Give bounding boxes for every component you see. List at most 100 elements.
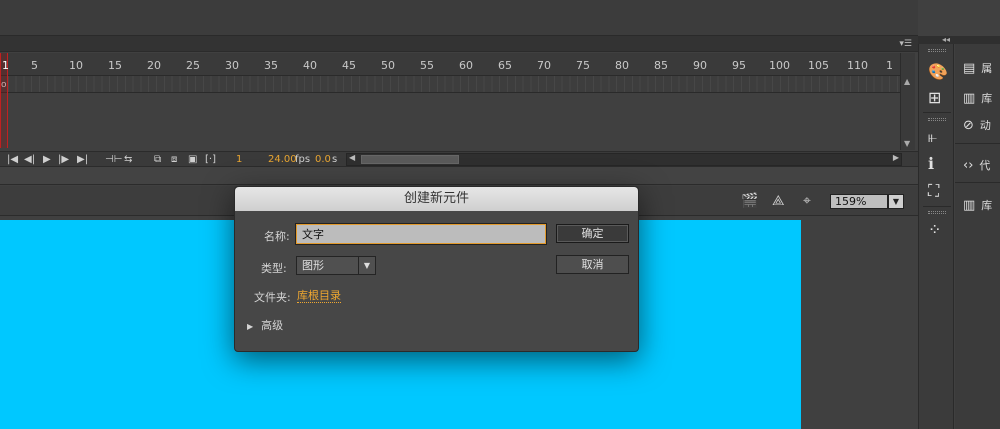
onion-skin-outline-icon[interactable]: ⧈ [171,153,177,167]
advanced-toggle[interactable]: ▶ 高级 [247,317,283,333]
loop-icon[interactable]: ⇆ [124,153,132,167]
center-frame-icon[interactable]: ⊣⊢ [105,153,122,167]
disclosure-triangle-icon: ▶ [247,322,254,331]
ruler-tick: 90 [693,59,707,72]
scroll-right-icon[interactable]: ▶ [893,153,899,162]
panel-tab-label: 动 [979,119,991,132]
separator [923,112,951,113]
elapsed-time-value[interactable]: 0.0 [315,153,331,167]
collapse-panels-icon[interactable]: ◂◂ [918,36,1000,44]
ruler-tick: 20 [147,59,161,72]
onion-skin-icon[interactable]: ⧉ [154,153,161,167]
library-panel-tab[interactable]: ▥ 库 [963,90,992,106]
panel-tab-label: 库 [981,92,993,105]
time-unit: s [332,154,338,165]
panel-tab-label: 库 [981,199,993,212]
ruler-tick: 25 [186,59,200,72]
swatches-grid-icon[interactable]: ⊞ [928,88,941,107]
step-back-icon[interactable]: ◀| [24,153,35,167]
folder-link[interactable]: 库根目录 [297,289,341,303]
modify-markers-icon[interactable]: [·] [205,153,216,167]
symbol-name-input[interactable] [295,223,547,245]
ruler-tick: 5 [31,59,38,72]
docked-panels: ▤ 属 ▥ 库 ⊘ 动 ‹› 代 ▥ 库 [955,36,1000,429]
tools-strip: 🎨 ⊞ ⫦ ℹ ⛶ ⁘ [918,36,954,429]
align-icon[interactable]: ⫦ [928,127,937,147]
panel-divider[interactable] [0,167,918,185]
separator [955,143,1000,144]
fps-unit: fps [295,154,311,165]
ruler-tick: 110 [847,59,868,72]
ruler-tick: 10 [69,59,83,72]
ruler-tick: 40 [303,59,317,72]
ruler-tick: 50 [381,59,395,72]
edit-symbol-icon[interactable]: ⟁ [772,193,785,209]
dialog-title[interactable]: 创建新元件 [235,187,638,211]
properties-panel-tab[interactable]: ▤ 属 [963,60,992,76]
components-icon[interactable]: ⁘ [928,220,941,239]
ruler-tick: 95 [732,59,746,72]
panel-grip[interactable] [928,49,946,52]
ok-button[interactable]: 确定 [556,224,629,243]
timeline-vertical-scrollbar[interactable]: ▲ ▼ [900,53,915,150]
library-icon: ▥ [963,91,976,106]
timeline-panel-header: ▾☰ [0,36,918,52]
scroll-down-icon[interactable]: ▼ [904,139,910,148]
center-stage-icon[interactable]: ⌖ [803,193,811,209]
panel-menu-icon[interactable]: ▾☰ [899,36,912,52]
fps-value[interactable]: 24.00 [268,153,297,167]
panel-tab-label: 代 [979,159,991,172]
timeline-horizontal-scrollbar[interactable]: ◀ ▶ [346,153,902,166]
go-to-last-frame-icon[interactable]: ▶| [77,153,88,167]
ruler-tick: 75 [576,59,590,72]
ruler-tick: 80 [615,59,629,72]
properties-icon: ▤ [963,61,976,76]
zoom-dropdown-icon[interactable]: ▼ [888,194,904,209]
motion-presets-icon: ⊘ [963,118,974,133]
scroll-up-icon[interactable]: ▲ [904,77,910,86]
symbol-type-select[interactable]: 图形 ▼ [296,256,376,275]
playhead[interactable]: 1 [0,53,9,148]
scroll-thumb[interactable] [361,155,459,164]
type-label: 类型: [261,262,287,275]
top-bar [0,0,918,36]
panel-tab-label: 属 [981,62,993,75]
timeline-layer-area[interactable] [0,94,900,150]
step-forward-icon[interactable]: |▶ [58,153,69,167]
ruler-tick: 105 [808,59,829,72]
ruler-tick: 65 [498,59,512,72]
separator [955,182,1000,183]
ruler-tick: 30 [225,59,239,72]
ruler-tick: 15 [108,59,122,72]
current-frame-value[interactable]: 1 [236,153,242,167]
motion-presets-panel-tab[interactable]: ⊘ 动 [963,117,991,133]
create-new-symbol-dialog: 创建新元件 名称: 类型: 图形 ▼ 文件夹: 库根目录 ▶ 高级 确定 取消 [234,186,639,352]
transform-icon[interactable]: ⛶ [928,181,939,201]
library-icon: ▥ [963,198,976,213]
chevron-down-icon[interactable]: ▼ [358,257,375,274]
go-to-first-frame-icon[interactable]: |◀ [7,153,18,167]
code-snippets-panel-tab[interactable]: ‹› 代 [963,157,990,173]
code-icon: ‹› [963,158,974,173]
scroll-left-icon[interactable]: ◀ [349,153,355,162]
panel-grip[interactable] [928,211,946,214]
library-panel-tab-2[interactable]: ▥ 库 [963,197,992,213]
ruler-tick: 85 [654,59,668,72]
info-icon[interactable]: ℹ [928,154,934,173]
ruler-tick: 35 [264,59,278,72]
edit-multiple-frames-icon[interactable]: ▣ [188,153,197,167]
ruler-tick: 100 [769,59,790,72]
separator [923,206,951,207]
clapper-scene-icon[interactable]: 🎬 [741,193,758,209]
type-select-value: 图形 [302,259,324,272]
play-icon[interactable]: ▶ [43,153,51,167]
panel-grip[interactable] [928,118,946,121]
ruler-tick: 70 [537,59,551,72]
advanced-label: 高级 [261,319,284,332]
color-palette-icon[interactable]: 🎨 [928,62,948,81]
cancel-button[interactable]: 取消 [556,255,629,274]
timeline-ruler[interactable]: 5 10 15 20 25 30 35 40 45 50 55 60 65 70… [0,53,900,76]
zoom-input[interactable]: 159% [830,194,888,209]
playhead-frame-label: 1 [2,59,9,72]
timeline-frames-row[interactable]: o [0,76,900,93]
